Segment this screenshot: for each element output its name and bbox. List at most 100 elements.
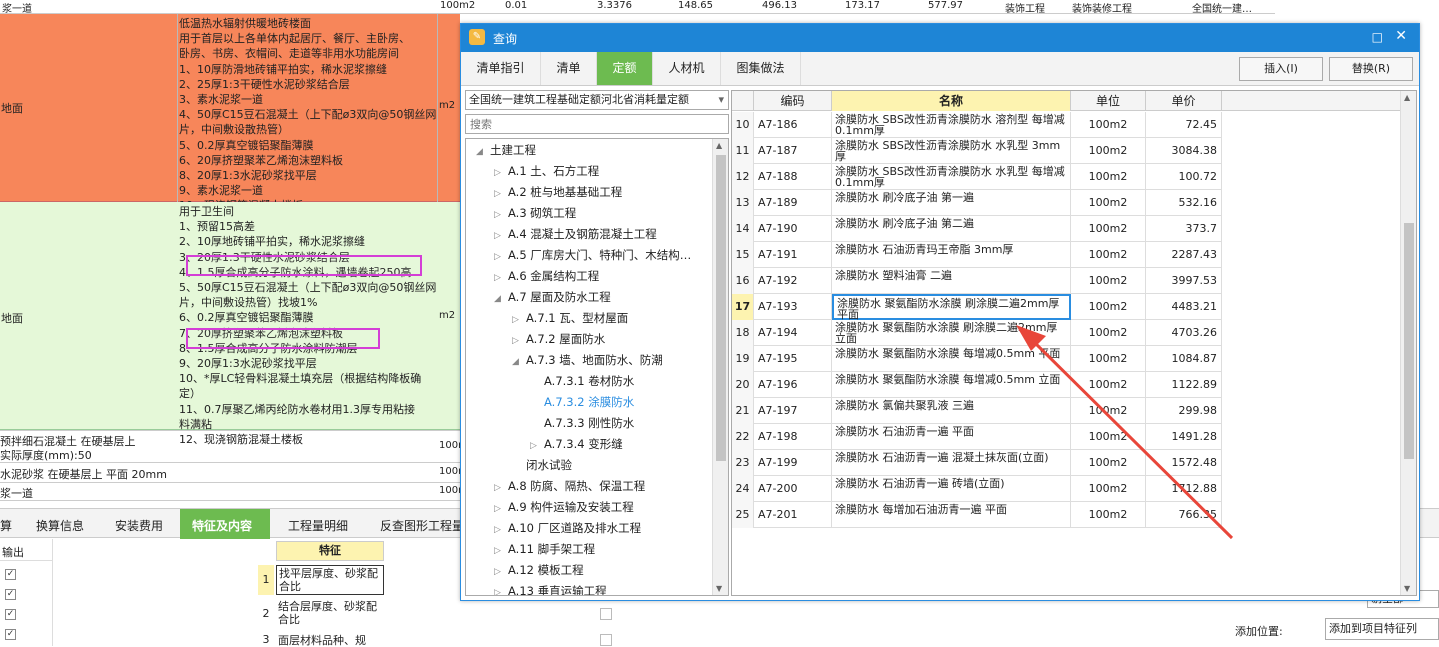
grid-row[interactable]: 23 A7-199 涂膜防水 石油沥青一遍 混凝土抹灰面(立面) 100m2 1572.… <box>732 450 1222 476</box>
top-partial-row[interactable]: 浆一道 100m2 0.01 3.3376 148.65 496.13 173.… <box>0 0 1275 15</box>
cell: 3.3376 <box>597 0 632 11</box>
expand-arrow-icon[interactable]: ▷ <box>494 189 508 199</box>
add-position-select[interactable]: 添加到项目特征列 <box>1325 618 1439 640</box>
expand-arrow-icon[interactable]: ◢ <box>476 147 490 157</box>
tree-scrollbar[interactable]: ▲ ▼ <box>712 139 728 595</box>
tree-node[interactable]: ▷ A.7.2 屋面防水 <box>512 331 605 347</box>
close-icon[interactable]: ✕ <box>1395 28 1407 44</box>
tree-node[interactable]: A.7.3.1 卷材防水 <box>530 373 634 389</box>
tree-node[interactable]: ▷ A.4 混凝土及钢筋混凝土工程 <box>494 226 657 242</box>
grid-row[interactable]: 10 A7-186 涂膜防水 SBS改性沥青涂膜防水 溶剂型 每增减0.1mm厚 10… <box>732 112 1222 138</box>
tree-node[interactable]: ◢ 土建工程 <box>476 142 536 158</box>
expand-arrow-icon[interactable]: ▷ <box>494 525 508 535</box>
tree-node[interactable]: ▷ A.11 脚手架工程 <box>494 541 595 557</box>
tree-node[interactable]: ▷ A.5 厂库房大门、特种门、木结构… <box>494 247 691 263</box>
grid-row[interactable]: 13 A7-189 涂膜防水 刷冷底子油 第一遍 100m2 532.16 <box>732 190 1222 216</box>
col-unit[interactable]: 单位 <box>1071 91 1146 111</box>
expand-arrow-icon[interactable]: ▷ <box>530 441 544 451</box>
feature-cell[interactable]: 结合层厚度、砂浆配合比 <box>276 599 384 629</box>
tab-labor-material[interactable]: 人材机 <box>653 52 721 85</box>
expand-arrow-icon[interactable]: ▷ <box>494 168 508 178</box>
checkbox[interactable]: ✓ <box>5 569 16 580</box>
grid-row[interactable]: 24 A7-200 涂膜防水 石油沥青一遍 砖墙(立面) 100m2 1712.88 <box>732 476 1222 502</box>
tab-bill[interactable]: 清单 <box>541 52 597 85</box>
grid-row[interactable]: 18 A7-194 涂膜防水 聚氨酯防水涂膜 刷涂膜二遍2mm厚 立面 100m2 47… <box>732 320 1222 346</box>
expand-arrow-icon[interactable]: ◢ <box>512 357 526 367</box>
checkbox[interactable]: ✓ <box>5 629 16 640</box>
tab-calc[interactable]: 算 <box>0 517 12 534</box>
grid-row[interactable]: 19 A7-195 涂膜防水 聚氨酯防水涂膜 每增减0.5mm 平面 100m2 108… <box>732 346 1222 372</box>
expand-arrow-icon[interactable]: ▷ <box>494 273 508 283</box>
grid-row[interactable]: 17 A7-193 涂膜防水 聚氨酯防水涂膜 刷涂膜二遍2mm厚 平面 100m2 44… <box>732 294 1222 320</box>
tree-node[interactable]: ▷ A.9 构件运输及安装工程 <box>494 499 634 515</box>
quota-library-select[interactable]: 全国统一建筑工程基础定额河北省消耗量定额 ▾ <box>465 90 729 110</box>
checkbox[interactable]: ✓ <box>5 589 16 600</box>
replace-button[interactable]: 替换(R) <box>1329 57 1413 81</box>
col-price[interactable]: 单价 <box>1146 91 1222 111</box>
scroll-thumb[interactable] <box>716 155 726 461</box>
tree-node[interactable]: ▷ A.6 金属结构工程 <box>494 268 599 284</box>
col-code[interactable]: 编码 <box>754 91 832 111</box>
expand-arrow-icon[interactable]: ▷ <box>512 315 526 325</box>
scroll-thumb[interactable] <box>1404 223 1414 459</box>
tab-conversion[interactable]: 换算信息 <box>36 517 84 534</box>
tree-node[interactable]: ▷ A.12 模板工程 <box>494 562 584 578</box>
tab-quota[interactable]: 定额 <box>597 52 653 85</box>
expand-arrow-icon[interactable]: ▷ <box>494 210 508 220</box>
price-cell: 299.98 <box>1146 398 1222 424</box>
col-name[interactable]: 名称 <box>832 91 1071 111</box>
feature-cell[interactable]: 找平层厚度、砂浆配合比 <box>276 565 384 595</box>
grid-row[interactable]: 25 A7-201 涂膜防水 每增加石油沥青一遍 平面 100m2 766.35 <box>732 502 1222 528</box>
tree-node[interactable]: ▷ A.7.3.4 变形缝 <box>530 436 623 452</box>
feature-cell[interactable]: 面层材料品种、规 <box>276 632 384 646</box>
tree-node[interactable]: A.7.3.3 刚性防水 <box>530 415 634 431</box>
expand-arrow-icon[interactable]: ◢ <box>494 294 508 304</box>
grid-row[interactable]: 15 A7-191 涂膜防水 石油沥青玛王帝脂 3mm厚 100m2 2287.43 <box>732 242 1222 268</box>
expand-arrow-icon[interactable]: ▷ <box>494 588 508 595</box>
grid-row[interactable]: 11 A7-187 涂膜防水 SBS改性沥青涂膜防水 水乳型 3mm厚 100m2 30… <box>732 138 1222 164</box>
grid-row[interactable]: 21 A7-197 涂膜防水 氯偏共聚乳液 三遍 100m2 299.98 <box>732 398 1222 424</box>
tree-node[interactable]: ◢ A.7 屋面及防水工程 <box>494 289 611 305</box>
expand-arrow-icon[interactable]: ▷ <box>494 483 508 493</box>
grid-row[interactable]: 12 A7-188 涂膜防水 SBS改性沥青涂膜防水 水乳型 每增减0.1mm厚 10… <box>732 164 1222 190</box>
tab-reverse-lookup[interactable]: 反查图形工程量 <box>380 517 464 534</box>
expand-arrow-icon[interactable]: ▷ <box>494 504 508 514</box>
name-cell: 涂膜防水 氯偏共聚乳液 三遍 <box>832 398 1071 424</box>
search-input[interactable] <box>465 114 729 134</box>
tree-node[interactable]: ▷ A.13 垂直运输工程 <box>494 583 607 595</box>
tree-node[interactable]: ▷ A.3 砌筑工程 <box>494 205 576 221</box>
grid-row[interactable]: 16 A7-192 涂膜防水 塑料油膏 二遍 100m2 3997.53 <box>732 268 1222 294</box>
tree-node[interactable]: ◢ A.7.3 墙、地面防水、防潮 <box>512 352 663 368</box>
tree-node[interactable]: ▷ A.1 土、石方工程 <box>494 163 599 179</box>
grid-row[interactable]: 14 A7-190 涂膜防水 刷冷底子油 第二遍 100m2 373.7 <box>732 216 1222 242</box>
price-cell: 1712.88 <box>1146 476 1222 502</box>
tab-quantity-detail[interactable]: 工程量明细 <box>288 517 348 534</box>
tab-install-fee[interactable]: 安装费用 <box>115 517 163 534</box>
tab-bill-guide[interactable]: 清单指引 <box>461 52 541 85</box>
row-index: 14 <box>732 216 754 242</box>
insert-button[interactable]: 插入(I) <box>1239 57 1323 81</box>
tree-node[interactable]: ▷ A.7.1 瓦、型材屋面 <box>512 310 628 326</box>
tree-node-label: A.1 土、石方工程 <box>508 164 600 178</box>
expand-arrow-icon[interactable]: ▷ <box>494 546 508 556</box>
item-unit: m2 <box>439 100 456 111</box>
tree-node[interactable]: A.7.3.2 涂膜防水 <box>530 394 634 410</box>
dialog-titlebar[interactable]: ✎ 查询 □ ✕ <box>461 24 1419 52</box>
tree-node[interactable]: ▷ A.8 防腐、隔热、保温工程 <box>494 478 645 494</box>
expand-arrow-icon[interactable]: ▷ <box>512 336 526 346</box>
expand-arrow-icon[interactable]: ▷ <box>494 252 508 262</box>
checkbox[interactable]: ✓ <box>5 609 16 620</box>
tree-node[interactable]: ▷ A.10 厂区道路及排水工程 <box>494 520 641 536</box>
grid-row[interactable]: 20 A7-196 涂膜防水 聚氨酯防水涂膜 每增减0.5mm 立面 100m2 112… <box>732 372 1222 398</box>
expand-arrow-icon[interactable]: ▷ <box>494 231 508 241</box>
grid-row[interactable]: 22 A7-198 涂膜防水 石油沥青一遍 平面 100m2 1491.28 <box>732 424 1222 450</box>
tree-node[interactable]: ▷ A.2 桩与地基基础工程 <box>494 184 622 200</box>
grid-scrollbar[interactable]: ▲ ▼ <box>1400 91 1416 595</box>
tab-atlas-method[interactable]: 图集做法 <box>721 52 801 85</box>
maximize-icon[interactable]: □ <box>1372 30 1383 44</box>
expand-arrow-icon[interactable]: ▷ <box>494 567 508 577</box>
tab-features[interactable]: 特征及内容 <box>192 517 252 534</box>
tree-node[interactable]: 闭水试验 <box>512 457 572 473</box>
bill-item-row-floor-heating[interactable]: 地面 m2 低温热水辐射供暖地砖楼面 用于首层以上各单体内起居厅、餐厅、主卧房、卧… <box>0 14 460 212</box>
bill-item-row-bathroom-floor[interactable]: 地面 m2 用于卫生间 1、预留15高差 2、10厚地砖铺平拍实，稀水泥浆擦缝 3、2… <box>0 202 460 446</box>
